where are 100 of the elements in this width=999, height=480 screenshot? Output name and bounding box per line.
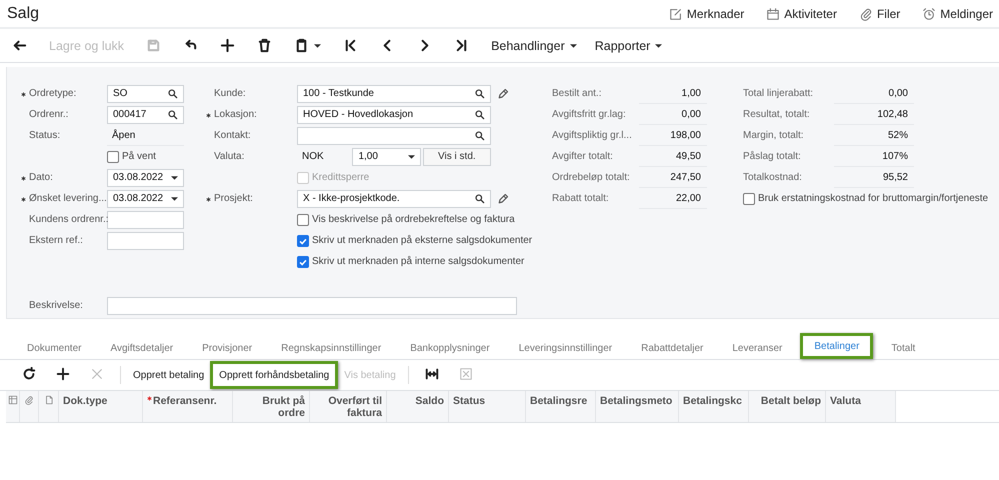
tab[interactable]: Leveranser <box>721 337 794 359</box>
date-field[interactable]: 03.08.2022 <box>107 190 184 208</box>
first-page-button[interactable] <box>343 38 358 53</box>
pencil-icon[interactable] <box>497 88 509 100</box>
plus-button[interactable] <box>220 38 236 53</box>
field-label: Kontakt: <box>214 130 251 141</box>
first-page-icon <box>343 38 358 53</box>
column-header[interactable]: Status <box>449 391 526 422</box>
column-header[interactable]: Saldo <box>387 391 449 422</box>
column-header[interactable]: Betalingsmeto <box>596 391 679 422</box>
field-label: Ordrenr.: <box>29 109 68 120</box>
tab[interactable]: Dokumenter <box>16 337 92 359</box>
header-link[interactable]: Filer <box>858 6 900 20</box>
description-field[interactable] <box>107 296 517 314</box>
checkbox-label: Bruk erstatningskostnad for bruttomargin/fortjeneste <box>758 193 988 204</box>
field-label: Lokasjon: <box>214 109 257 120</box>
field-label: Avgifter totalt: <box>552 151 613 162</box>
search-icon[interactable] <box>167 88 178 99</box>
page-title: Salg <box>7 4 40 22</box>
view-base-button[interactable]: Vis i std. <box>422 148 491 166</box>
tab[interactable]: Regnskapsinnstillinger <box>270 337 392 359</box>
tab[interactable]: Avgiftsdetaljer <box>99 337 184 359</box>
column-header[interactable]: Brukt på ordre <box>233 391 310 422</box>
checkbox[interactable] <box>743 192 755 204</box>
column-header[interactable]: Betalingskc <box>679 391 749 422</box>
header-link[interactable]: Merknader <box>668 6 744 20</box>
grid-action-button[interactable]: Opprett betaling <box>127 364 210 386</box>
trash-button[interactable] <box>257 38 272 53</box>
caret-icon <box>408 154 415 158</box>
column-header[interactable]: Dok.type <box>59 391 143 422</box>
close-icon <box>90 366 104 380</box>
tab[interactable]: Bankopplysninger <box>399 337 501 359</box>
field-label: Ekstern ref.: <box>29 235 83 246</box>
checkbox-label: Kredittsperre <box>312 172 370 183</box>
search-icon[interactable] <box>474 109 485 120</box>
trash-icon <box>257 38 272 53</box>
menu-button[interactable]: Behandlinger <box>491 38 577 52</box>
tab[interactable]: Betalinger <box>800 333 874 359</box>
back-icon <box>12 38 27 53</box>
search-icon[interactable] <box>167 109 178 120</box>
header-link[interactable]: Meldinger <box>922 6 993 20</box>
caret-icon[interactable] <box>171 196 178 200</box>
checkbox[interactable] <box>297 214 309 226</box>
header-link[interactable]: Aktiviteter <box>766 6 837 20</box>
checkbox-label: Skriv ut merknaden på interne salgsdokumenter <box>312 256 524 267</box>
checkbox[interactable] <box>297 234 309 246</box>
search-icon[interactable] <box>474 130 485 141</box>
column-header[interactable] <box>20 391 39 422</box>
clipboard-button[interactable] <box>294 38 322 53</box>
field-label: Totalkostnad: <box>743 172 802 183</box>
column-header[interactable]: Referansenr. <box>143 391 233 422</box>
menu-button[interactable]: Rapporter <box>594 38 662 52</box>
last-page-button[interactable] <box>454 38 470 53</box>
tab[interactable]: Rabattdetaljer <box>630 337 714 359</box>
field-label: Valuta: <box>214 151 244 162</box>
search-icon[interactable] <box>474 193 485 204</box>
pencil-icon[interactable] <box>497 192 509 204</box>
field-label: Dato: <box>29 172 53 183</box>
tab[interactable]: Leveringsinnstillinger <box>508 337 624 359</box>
plus-icon <box>56 366 70 380</box>
checkbox[interactable] <box>297 256 309 268</box>
column-header[interactable] <box>6 391 20 422</box>
caret-icon[interactable] <box>171 176 178 180</box>
field-label: Påslag totalt: <box>743 151 801 162</box>
column-header[interactable]: Overført til faktura <box>310 391 387 422</box>
column-header[interactable]: Betalt beløp <box>749 391 826 422</box>
note-pencil-icon <box>668 6 683 20</box>
lookup-field[interactable] <box>297 126 491 144</box>
input-field[interactable] <box>107 210 184 228</box>
grid-action-button[interactable]: Opprett forhåndsbetaling <box>210 361 338 389</box>
search-icon[interactable] <box>474 88 485 99</box>
field-label: Avgiftsfritt gr.lag: <box>552 109 626 120</box>
amount-value: 52% <box>834 126 914 146</box>
lookup-field[interactable]: X - Ikke-prosjektkode. <box>297 190 491 208</box>
checkbox-label: Skriv ut merknaden på eksterne salgsdokumenter <box>312 235 532 246</box>
field-label: Resultat, totalt: <box>743 109 810 120</box>
lookup-field[interactable]: 000417 <box>107 106 184 124</box>
lookup-field[interactable]: HOVED - Hovedlokasjon <box>297 106 491 124</box>
lookup-field[interactable]: SO <box>107 84 184 102</box>
input-field[interactable] <box>107 232 184 250</box>
column-header[interactable]: Betalingsre <box>526 391 596 422</box>
field-label: Bestilt ant.: <box>552 88 602 99</box>
tab[interactable]: Totalt <box>880 337 926 359</box>
field-label: Ordrebeløp totalt: <box>552 172 630 183</box>
back-button[interactable] <box>12 38 27 53</box>
amount-value: 22,00 <box>639 188 707 208</box>
date-field[interactable]: 03.08.2022 <box>107 168 184 186</box>
column-header[interactable]: Valuta <box>826 391 896 422</box>
paperclip-icon <box>24 395 34 405</box>
lookup-field[interactable]: 100 - Testkunde <box>297 84 491 102</box>
caret-icon <box>655 44 662 48</box>
amount-value: 0,00 <box>834 84 914 104</box>
caret-icon <box>314 44 322 48</box>
checkbox[interactable] <box>107 150 119 162</box>
field-label: Kunde: <box>214 88 246 99</box>
rate-dropdown[interactable]: 1,00 <box>352 148 421 166</box>
field-label: Margin, totalt: <box>743 130 804 141</box>
fit-width-icon <box>424 366 439 380</box>
field-label: Beskrivelse: <box>29 300 83 311</box>
tab[interactable]: Provisjoner <box>191 337 264 359</box>
